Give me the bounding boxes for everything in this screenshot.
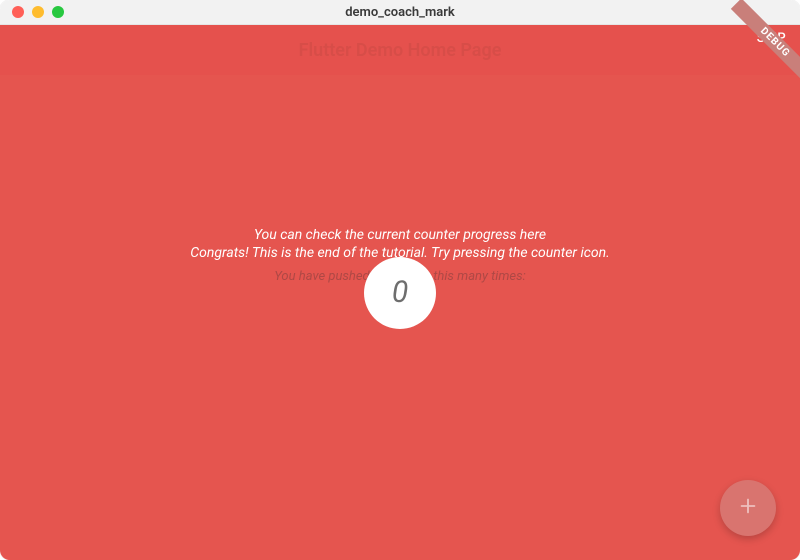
minimize-window-button[interactable] bbox=[32, 6, 44, 18]
macos-titlebar: demo_coach_mark bbox=[0, 0, 800, 25]
coach-text-line-2: Congrats! This is the end of the tutoria… bbox=[0, 243, 800, 263]
page-title: Flutter Demo Home Page bbox=[299, 40, 502, 61]
coach-mark-overlay[interactable]: You can check the current counter progre… bbox=[0, 25, 800, 560]
coach-text-line-1: You can check the current counter progre… bbox=[0, 225, 800, 245]
app-bar: Flutter Demo Home Page bbox=[0, 25, 800, 75]
zoom-window-button[interactable] bbox=[52, 6, 64, 18]
window-title: demo_coach_mark bbox=[0, 5, 800, 20]
close-window-button[interactable] bbox=[12, 6, 24, 18]
increment-fab[interactable] bbox=[720, 480, 776, 536]
counter-value: 0 bbox=[392, 275, 408, 310]
app-surface: Flutter Demo Home Page You can check the… bbox=[0, 25, 800, 560]
traffic-lights bbox=[0, 6, 64, 18]
app-window: demo_coach_mark Flutter Demo Home Page Y… bbox=[0, 0, 800, 560]
coach-spotlight: 0 bbox=[364, 257, 436, 329]
push-count-label: You have pushed the button this many tim… bbox=[0, 269, 800, 284]
plus-icon bbox=[737, 495, 759, 521]
